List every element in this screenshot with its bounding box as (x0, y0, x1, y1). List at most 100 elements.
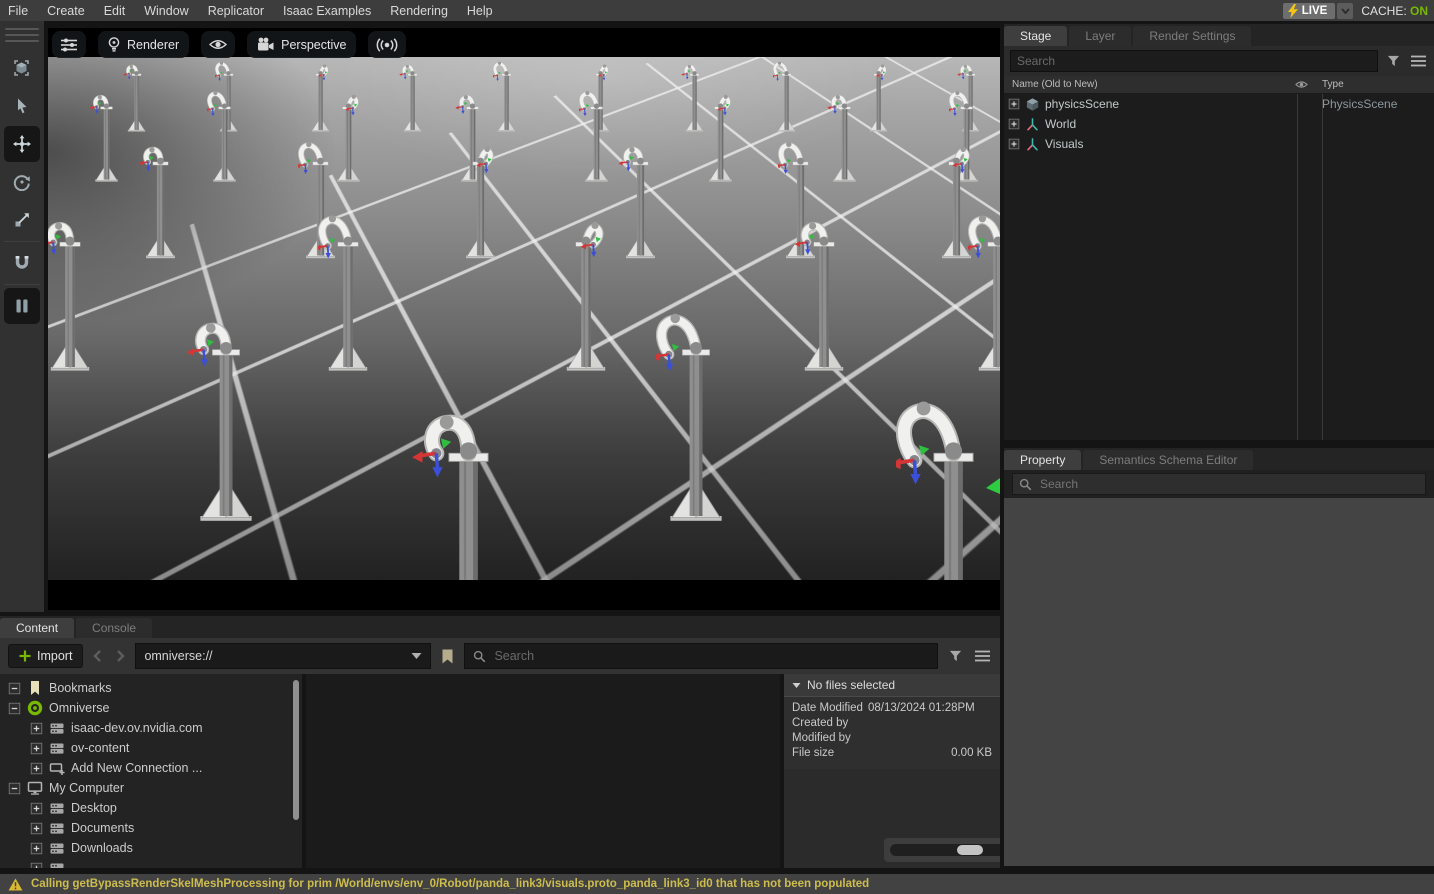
expand-toggle[interactable] (1008, 98, 1020, 110)
robot-arm (579, 85, 614, 183)
menu-item-create[interactable]: Create (47, 4, 85, 18)
tree-item-label: Omniverse (49, 701, 109, 715)
menu-item-rendering[interactable]: Rendering (390, 4, 448, 18)
tree-item-omniverse[interactable]: Omniverse (0, 698, 302, 718)
viewport-toolbar: Renderer Perspective (52, 31, 406, 58)
column-divider[interactable] (1322, 94, 1323, 440)
expand-toggle[interactable] (1008, 138, 1020, 150)
content-tab-console[interactable]: Console (76, 618, 152, 638)
camera-selector[interactable]: Perspective (247, 31, 356, 58)
stage-search-input[interactable] (1010, 50, 1378, 72)
lightning-icon (1288, 4, 1298, 18)
toolbar-drag-handle[interactable] (5, 21, 39, 48)
expand-toggle[interactable] (30, 742, 43, 755)
stage-row-world[interactable]: World (1004, 114, 1434, 134)
omniverse-icon-wrap (27, 700, 43, 716)
expand-toggle[interactable] (1008, 118, 1020, 130)
field-label: File size (792, 746, 834, 761)
stage-row-visuals[interactable]: Visuals (1004, 134, 1434, 154)
bookmark-button[interactable] (439, 647, 456, 666)
tree-item-bookmarks[interactable]: Bookmarks (0, 678, 302, 698)
menu-item-file[interactable]: File (8, 4, 28, 18)
content-search-input[interactable] (492, 648, 929, 664)
tree-item-downloads[interactable]: Downloads (0, 838, 302, 858)
column-divider[interactable] (1297, 94, 1298, 440)
zoom-slider[interactable] (890, 844, 1000, 856)
property-search-input[interactable] (1038, 476, 1419, 492)
robot-arm (89, 85, 124, 183)
details-header[interactable]: No files selected (784, 674, 1000, 697)
column-name-header[interactable]: Name (Old to New) (1004, 79, 1289, 90)
menu-item-replicator[interactable]: Replicator (208, 4, 264, 18)
column-type-header[interactable]: Type (1314, 79, 1434, 90)
tree-item-add-new-connection[interactable]: Add New Connection ... (0, 758, 302, 778)
expand-toggle[interactable] (30, 842, 43, 855)
cursor-icon (13, 97, 31, 115)
expand-toggle[interactable] (8, 702, 21, 715)
expand-toggle[interactable] (30, 722, 43, 735)
server-icon-wrap (49, 860, 65, 868)
stage-tab-stage[interactable]: Stage (1004, 26, 1067, 46)
scale-tool-button[interactable] (4, 202, 40, 238)
broadcast-button[interactable] (368, 31, 406, 58)
zoom-slider-thumb[interactable] (957, 845, 983, 855)
viewport-scene[interactable] (48, 57, 1000, 580)
robot-arm (773, 57, 800, 133)
content-tab-content[interactable]: Content (0, 618, 74, 638)
nav-forward-button[interactable] (114, 648, 127, 664)
viewport: Renderer Perspective (48, 28, 1000, 610)
menu-item-isaac-examples[interactable]: Isaac Examples (283, 4, 371, 18)
robot-arm (48, 205, 100, 373)
visibility-button[interactable] (201, 31, 235, 58)
renderer-selector[interactable]: Renderer (98, 31, 189, 58)
tree-item-ov-content[interactable]: ov-content (0, 738, 302, 758)
expand-toggle[interactable] (8, 682, 21, 695)
content-filter-button[interactable] (946, 647, 965, 665)
file-tree: Bookmarks Omniverse isaac-dev.ov.nvidia.co… (0, 674, 302, 868)
live-dropdown-button[interactable] (1337, 3, 1353, 19)
tree-item-desktop[interactable]: Desktop (0, 798, 302, 818)
chevron-down-icon (1341, 8, 1350, 14)
search-icon (473, 650, 486, 663)
funnel-icon (948, 649, 963, 663)
tree-item-item[interactable] (0, 858, 302, 868)
path-bar[interactable]: omniverse:// (135, 643, 431, 669)
tree-item-isaac-dev-ov-nvidia-com[interactable]: isaac-dev.ov.nvidia.com (0, 718, 302, 738)
triangle-down-icon[interactable] (411, 652, 422, 660)
expand-toggle[interactable] (30, 762, 43, 775)
tree-item-documents[interactable]: Documents (0, 818, 302, 838)
expand-toggle[interactable] (30, 862, 43, 869)
snap-tool-button[interactable] (4, 245, 40, 281)
expand-toggle[interactable] (30, 822, 43, 835)
stage-row-physicsscene[interactable]: physicsScenePhysicsScene (1004, 94, 1434, 114)
pause-tool-button[interactable] (4, 288, 40, 324)
stage-tab-render-settings[interactable]: Render Settings (1133, 26, 1251, 46)
property-tab-property[interactable]: Property (1004, 450, 1081, 470)
robot-arm (493, 57, 520, 133)
stage-filter-button[interactable] (1384, 52, 1403, 70)
bookmark-icon-wrap (27, 680, 43, 696)
tree-item-my-computer[interactable]: My Computer (0, 778, 302, 798)
rotate-tool-button[interactable] (4, 164, 40, 200)
search-icon (1019, 478, 1032, 491)
property-tab-semantics-schema-editor[interactable]: Semantics Schema Editor (1083, 450, 1253, 470)
cursor-tool-button[interactable] (4, 88, 40, 124)
app-window: File Create Edit Window Replicator Isaac Exam… (0, 0, 1434, 894)
select-tool-button[interactable] (4, 50, 40, 86)
nav-back-button[interactable] (91, 648, 104, 664)
expand-toggle[interactable] (30, 802, 43, 815)
menu-item-edit[interactable]: Edit (104, 4, 126, 18)
file-list[interactable] (306, 674, 780, 868)
column-visibility-header[interactable] (1289, 80, 1314, 89)
tree-scrollbar[interactable] (293, 680, 299, 820)
move-tool-button[interactable] (4, 126, 40, 162)
menu-item-help[interactable]: Help (467, 4, 493, 18)
expand-toggle[interactable] (8, 782, 21, 795)
content-options-button[interactable] (973, 648, 992, 664)
stage-tab-layer[interactable]: Layer (1069, 26, 1131, 46)
menu-item-window[interactable]: Window (144, 4, 188, 18)
viewport-settings-button[interactable] (52, 31, 86, 58)
import-button[interactable]: Import (8, 644, 83, 668)
live-button[interactable]: LIVE (1283, 3, 1336, 19)
stage-options-button[interactable] (1409, 53, 1428, 69)
